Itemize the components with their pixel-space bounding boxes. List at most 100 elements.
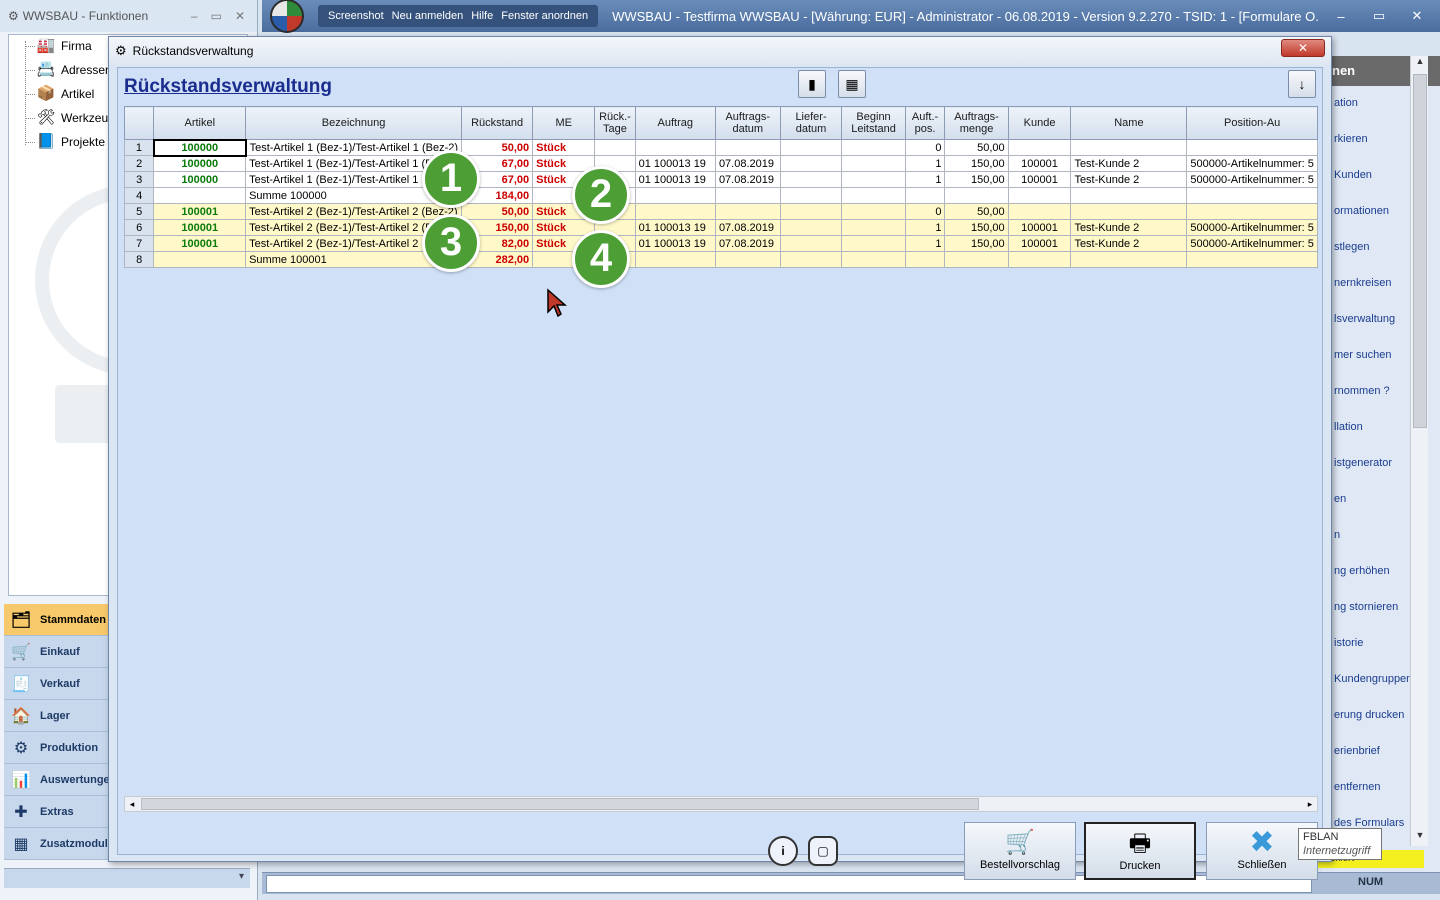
cell-auftrag[interactable] xyxy=(634,139,716,156)
cell-pos[interactable] xyxy=(904,187,946,204)
action-link[interactable]: istorie xyxy=(1334,637,1363,649)
cell-art[interactable] xyxy=(153,251,247,268)
cell-n[interactable]: 7 xyxy=(124,235,155,252)
backlog-grid[interactable]: Artikel Bezeichnung Rückstand ME Rück.-Tage A… xyxy=(124,106,1318,268)
column-header[interactable]: Kunde xyxy=(1007,106,1072,140)
cell-me[interactable]: Stück xyxy=(532,139,596,156)
cell-posau[interactable] xyxy=(1186,139,1318,156)
cell-menge[interactable]: 150,00 xyxy=(944,219,1009,236)
main-minimize-button[interactable]: – xyxy=(1328,9,1354,24)
cell-pos[interactable]: 1 xyxy=(904,219,946,236)
cell-name[interactable] xyxy=(1070,139,1188,156)
cell-pos[interactable] xyxy=(904,251,946,268)
cell-auftrag[interactable] xyxy=(634,251,716,268)
cell-pos[interactable]: 1 xyxy=(904,171,946,188)
cell-beginn[interactable] xyxy=(841,251,906,268)
action-link[interactable]: ormationen xyxy=(1334,205,1389,217)
cell-menge[interactable] xyxy=(944,251,1009,268)
cell-kunde[interactable]: 100001 xyxy=(1007,171,1072,188)
action-link[interactable]: stlegen xyxy=(1334,241,1369,253)
scrollbar-thumb[interactable] xyxy=(1413,74,1427,428)
action-link[interactable]: ng erhöhen xyxy=(1334,565,1390,577)
column-header[interactable]: Position-Au xyxy=(1186,106,1318,140)
cell-ldatum[interactable] xyxy=(779,139,843,156)
cell-ldatum[interactable] xyxy=(779,187,843,204)
action-link[interactable]: rnommen ? xyxy=(1334,385,1390,397)
scroll-up-icon[interactable]: ▲ xyxy=(1411,56,1429,72)
cell-pos[interactable]: 1 xyxy=(904,155,946,172)
cell-kunde[interactable]: 100001 xyxy=(1007,235,1072,252)
cell-posau[interactable] xyxy=(1186,251,1318,268)
actions-panel-scrollbar[interactable]: ▲ ▼ xyxy=(1410,56,1428,846)
cell-auftrag[interactable]: 01 100013 19 xyxy=(634,219,716,236)
action-link[interactable]: nernkreisen xyxy=(1334,277,1391,289)
menu-hilfe[interactable]: Hilfe xyxy=(471,10,493,22)
grid-horizontal-scrollbar[interactable]: ◂ ▸ xyxy=(124,796,1318,812)
maximize-button[interactable]: ▭ xyxy=(211,9,222,23)
mouse-icon[interactable]: ▢ xyxy=(808,836,838,866)
cell-tage[interactable] xyxy=(594,139,636,156)
cell-beginn[interactable] xyxy=(841,235,906,252)
column-header[interactable]: Artikel xyxy=(153,106,247,140)
cell-posau[interactable]: 500000-Artikelnummer: 5 xyxy=(1186,219,1318,236)
cell-auftrag[interactable] xyxy=(634,203,716,220)
cell-adatum[interactable] xyxy=(714,251,781,268)
table-row[interactable]: 7 100001 Test-Artikel 2 (Bez-1)/Test-Artik… xyxy=(124,235,1318,252)
table-row[interactable]: 6 100001 Test-Artikel 2 (Bez-1)/Test-Artik… xyxy=(124,219,1318,236)
cell-art[interactable]: 100001 xyxy=(153,235,247,252)
cell-auftrag[interactable]: 01 100013 19 xyxy=(634,235,716,252)
table-row[interactable]: 2 100000 Test-Artikel 1 (Bez-1)/Test-Artik… xyxy=(124,155,1318,172)
scroll-right-icon[interactable]: ▸ xyxy=(1303,797,1317,811)
cell-pos[interactable]: 0 xyxy=(904,203,946,220)
cell-adatum[interactable] xyxy=(714,187,781,204)
table-row[interactable]: 8 Summe 100001 282,00 xyxy=(124,251,1318,268)
action-link[interactable]: ng stornieren xyxy=(1334,601,1398,613)
cell-beginn[interactable] xyxy=(841,219,906,236)
table-row[interactable]: 4 Summe 100000 184,00 xyxy=(124,187,1318,204)
cell-name[interactable] xyxy=(1070,203,1188,220)
cell-beginn[interactable] xyxy=(841,187,906,204)
cell-beginn[interactable] xyxy=(841,139,906,156)
cell-menge[interactable]: 50,00 xyxy=(944,203,1009,220)
menu-fenster-anordnen[interactable]: Fenster anordnen xyxy=(501,10,588,22)
cell-art[interactable] xyxy=(153,187,247,204)
cell-bez[interactable]: Test-Artikel 1 (Bez-1)/Test-Artikel 1 (B… xyxy=(245,139,463,156)
cell-kunde[interactable] xyxy=(1007,203,1072,220)
close-button[interactable]: ✕ xyxy=(235,9,245,23)
bestellvorschlag-button[interactable]: 🛒 Bestellvorschlag xyxy=(964,822,1076,880)
cell-kunde[interactable]: 100001 xyxy=(1007,219,1072,236)
table-row[interactable]: 1 100000 Test-Artikel 1 (Bez-1)/Test-Artik… xyxy=(124,138,1318,157)
column-header[interactable]: Liefer-datum xyxy=(779,106,843,140)
cell-auftrag[interactable]: 01 100013 19 xyxy=(634,171,716,188)
cell-n[interactable]: 4 xyxy=(124,187,155,204)
cell-name[interactable]: Test-Kunde 2 xyxy=(1070,235,1188,252)
cell-posau[interactable]: 500000-Artikelnummer: 5 xyxy=(1186,171,1318,188)
cell-name[interactable]: Test-Kunde 2 xyxy=(1070,171,1188,188)
cell-posau[interactable]: 500000-Artikelnummer: 5 xyxy=(1186,155,1318,172)
cell-art[interactable]: 100000 xyxy=(153,171,247,188)
cell-adatum[interactable] xyxy=(714,139,781,156)
cell-adatum[interactable] xyxy=(714,203,781,220)
cell-menge[interactable]: 150,00 xyxy=(944,235,1009,252)
column-header[interactable]: Auftrag xyxy=(634,106,716,140)
column-header[interactable] xyxy=(124,106,155,140)
cell-kunde[interactable] xyxy=(1007,139,1072,156)
scroll-left-icon[interactable]: ◂ xyxy=(125,797,139,811)
column-header[interactable]: Auftrags-datum xyxy=(714,106,781,140)
cell-name[interactable] xyxy=(1070,251,1188,268)
column-header[interactable]: Auftrags-menge xyxy=(944,106,1009,140)
cell-menge[interactable]: 150,00 xyxy=(944,155,1009,172)
action-link[interactable]: entfernen xyxy=(1334,781,1380,793)
cell-rueck[interactable]: 50,00 xyxy=(461,203,534,220)
cell-menge[interactable] xyxy=(944,187,1009,204)
cell-adatum[interactable]: 07.08.2019 xyxy=(714,155,781,172)
sort-button[interactable]: ↓ xyxy=(1288,70,1316,98)
action-link[interactable]: rkieren xyxy=(1334,133,1368,145)
cell-kunde[interactable] xyxy=(1007,187,1072,204)
nav-overflow-bar[interactable]: ▾ xyxy=(4,868,250,888)
cell-menge[interactable]: 50,00 xyxy=(944,139,1009,156)
cell-auftrag[interactable]: 01 100013 19 xyxy=(634,155,716,172)
action-link[interactable]: llation xyxy=(1334,421,1363,433)
cell-menge[interactable]: 150,00 xyxy=(944,171,1009,188)
cell-ldatum[interactable] xyxy=(779,171,843,188)
